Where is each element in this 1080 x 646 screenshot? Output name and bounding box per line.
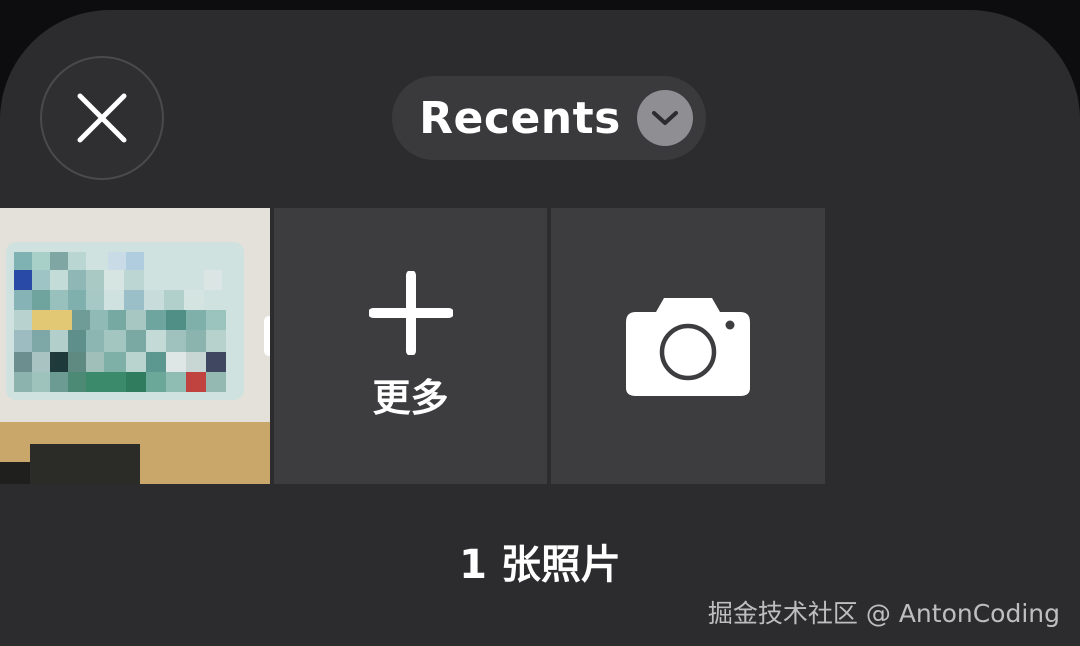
camera-icon <box>626 298 750 396</box>
photo-picker-sheet: Recents 更多 1 张照片 掘金技术社区 @ AntonCoding <box>0 10 1080 646</box>
chevron-down-icon <box>636 90 693 146</box>
photo-count-label: 1 张照片 <box>459 542 621 588</box>
camera-button[interactable] <box>551 208 825 484</box>
more-photos-button[interactable]: 更多 <box>274 208 547 484</box>
watermark: 掘金技术社区 @ AntonCoding <box>707 599 1060 628</box>
more-label: 更多 <box>372 375 449 420</box>
album-picker-button[interactable]: Recents <box>392 76 706 160</box>
album-title: Recents <box>419 92 621 144</box>
plus-icon <box>368 270 453 355</box>
photo-thumbnail[interactable] <box>0 208 270 484</box>
pixelated-photo <box>0 208 270 484</box>
photo-grid: 更多 <box>0 208 1080 484</box>
close-button[interactable] <box>40 56 164 180</box>
close-icon <box>77 93 127 143</box>
